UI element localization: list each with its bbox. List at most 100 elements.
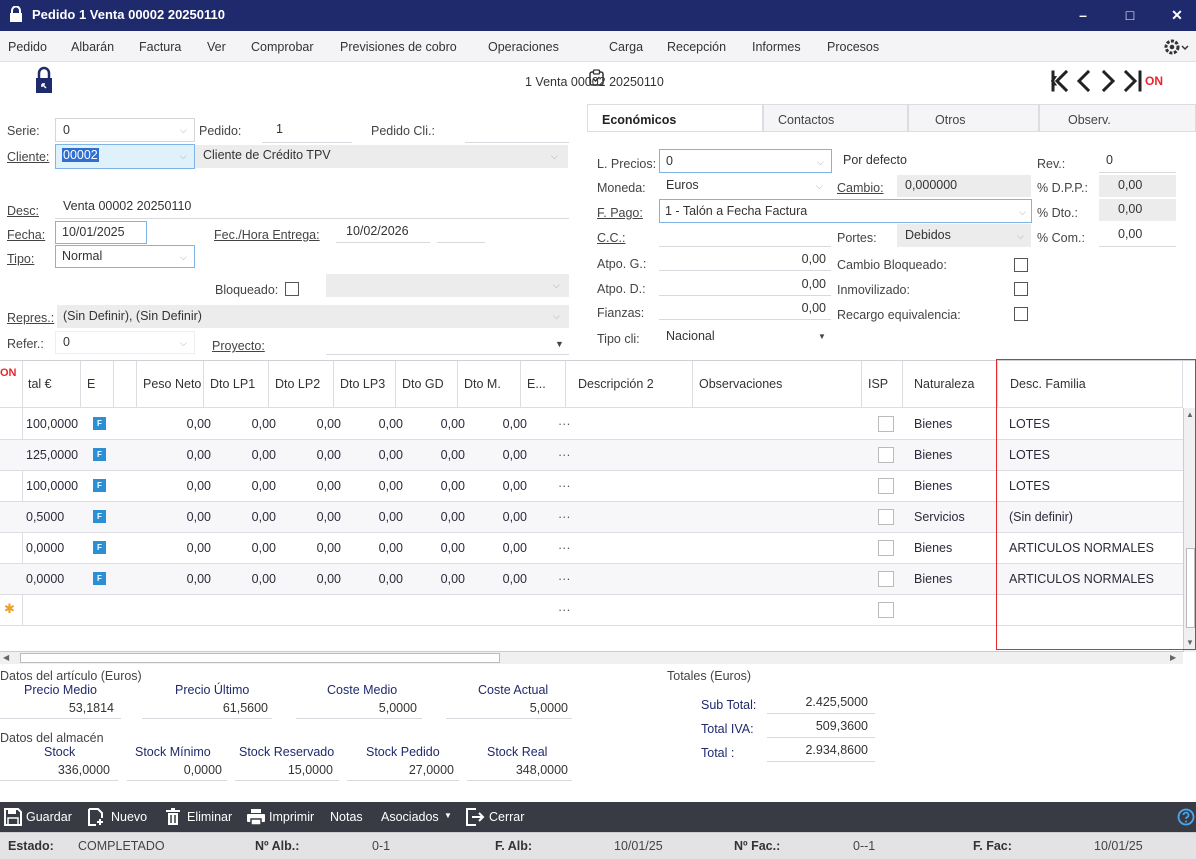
entrega-hour-field[interactable]	[437, 242, 485, 243]
fpago-label[interactable]: F. Pago:	[597, 206, 643, 220]
col-descripcion-2[interactable]: Descripción 2	[566, 361, 693, 408]
more-button[interactable]: ···	[558, 448, 571, 462]
minimize-button[interactable]: –	[1068, 4, 1098, 26]
atpog-field[interactable]	[659, 270, 831, 271]
col-dto-m[interactable]: Dto M.	[458, 361, 521, 408]
fpago-select[interactable]: 1 - Talón a Fecha Factura ⌵	[659, 199, 1032, 223]
isp-checkbox[interactable]	[878, 540, 894, 556]
pedido-cli-field[interactable]	[465, 142, 569, 143]
more-button[interactable]: ···	[558, 510, 571, 524]
settings-gear-icon[interactable]	[1163, 38, 1191, 56]
isp-checkbox[interactable]	[878, 571, 894, 587]
col-blank[interactable]	[114, 361, 137, 408]
cc-field[interactable]	[659, 246, 831, 247]
menu-procesos[interactable]: Procesos	[827, 40, 879, 54]
rev-field[interactable]	[1099, 172, 1176, 173]
more-button[interactable]: ···	[558, 541, 571, 555]
pedido-field[interactable]	[262, 142, 352, 143]
portes-select[interactable]: Debidos ⌵	[897, 224, 1031, 247]
desc-label[interactable]: Desc:	[7, 204, 39, 218]
fianzas-field[interactable]	[659, 319, 831, 320]
menu-ver[interactable]: Ver	[207, 40, 226, 54]
refer-select[interactable]: 0 ⌵	[55, 331, 195, 354]
lock-icon[interactable]	[34, 66, 54, 94]
bloqueado-motivo-select[interactable]: ⌵	[326, 274, 569, 297]
tab-observ[interactable]: Observ.	[1039, 104, 1196, 132]
col-peso-neto[interactable]: Peso Neto	[137, 361, 204, 408]
scroll-right-icon[interactable]: ▶	[1170, 653, 1176, 662]
com-field[interactable]	[1099, 246, 1176, 247]
menu-previsiones[interactable]: Previsiones de cobro	[340, 40, 457, 54]
tipo-select[interactable]: Normal ⌵	[55, 245, 195, 268]
precios-select[interactable]: 0 ⌵	[659, 149, 832, 173]
col-e[interactable]: E	[81, 361, 114, 408]
tipocli-select[interactable]: Nacional ▼	[659, 326, 832, 348]
serie-select[interactable]: 0 ⌵	[55, 118, 195, 142]
h-scroll-thumb[interactable]	[20, 653, 500, 663]
recargo-checkbox[interactable]	[1014, 307, 1028, 321]
col-total[interactable]: tal €	[22, 361, 81, 408]
menu-carga[interactable]: Carga	[609, 40, 643, 54]
tab-otros[interactable]: Otros	[908, 104, 1039, 132]
col-dto-gd[interactable]: Dto GD	[396, 361, 458, 408]
guardar-button[interactable]: Guardar	[26, 810, 72, 824]
cc-label[interactable]: C.C.:	[597, 231, 625, 245]
tab-economicos[interactable]: Económicos	[587, 104, 763, 132]
isp-checkbox[interactable]	[878, 509, 894, 525]
col-isp[interactable]: ISP	[862, 361, 903, 408]
cerrar-button[interactable]: Cerrar	[489, 810, 524, 824]
cambio-field[interactable]: 0,000000	[897, 175, 1031, 197]
more-button[interactable]: ···	[558, 479, 571, 493]
menu-comprobar[interactable]: Comprobar	[251, 40, 314, 54]
repres-label[interactable]: Repres.:	[7, 311, 54, 325]
fecha-label[interactable]: Fecha:	[7, 228, 45, 242]
cliente-label[interactable]: Cliente:	[7, 150, 49, 164]
menu-albaran[interactable]: Albarán	[71, 40, 114, 54]
help-icon[interactable]	[1177, 808, 1195, 826]
asociados-button[interactable]: Asociados	[381, 810, 439, 824]
col-e-more[interactable]: E...	[521, 361, 566, 408]
close-window-button[interactable]: ✕	[1162, 4, 1192, 26]
menu-pedido[interactable]: Pedido	[8, 40, 47, 54]
col-observaciones[interactable]: Observaciones	[693, 361, 862, 408]
horizontal-scrollbar[interactable]: ◀ ▶	[0, 651, 1183, 664]
atpod-field[interactable]	[659, 295, 831, 296]
moneda-select[interactable]: Euros ⌵	[659, 175, 832, 197]
fecha-field[interactable]: 10/01/2025	[55, 221, 147, 244]
maximize-button[interactable]: □	[1115, 4, 1145, 26]
more-button[interactable]: ···	[558, 417, 571, 431]
entrega-date-field[interactable]	[336, 242, 430, 243]
col-dto-lp1[interactable]: Dto LP1	[204, 361, 269, 408]
isp-checkbox[interactable]	[878, 447, 894, 463]
dto-field[interactable]: 0,00	[1099, 199, 1176, 221]
notas-button[interactable]: Notas	[330, 810, 363, 824]
scroll-left-icon[interactable]: ◀	[3, 653, 9, 662]
tipo-label[interactable]: Tipo:	[7, 252, 34, 266]
desc-field[interactable]	[55, 218, 569, 219]
isp-checkbox[interactable]	[878, 416, 894, 432]
isp-checkbox[interactable]	[878, 478, 894, 494]
proyecto-select[interactable]	[326, 354, 569, 355]
tab-contactos[interactable]: Contactos	[763, 104, 908, 132]
nuevo-button[interactable]: Nuevo	[111, 810, 147, 824]
col-dto-lp2[interactable]: Dto LP2	[269, 361, 334, 408]
menu-operaciones[interactable]: Operaciones	[488, 40, 559, 54]
cambio-bloqueado-checkbox[interactable]	[1014, 258, 1028, 272]
cambio-label[interactable]: Cambio:	[837, 181, 884, 195]
cliente-code-field[interactable]: 00002 ⌵	[55, 144, 195, 169]
entrega-label[interactable]: Fec./Hora Entrega:	[214, 228, 320, 242]
col-dto-lp3[interactable]: Dto LP3	[334, 361, 396, 408]
dpp-field[interactable]: 0,00	[1099, 175, 1176, 197]
bloqueado-checkbox[interactable]	[285, 282, 299, 296]
inmovilizado-checkbox[interactable]	[1014, 282, 1028, 296]
menu-factura[interactable]: Factura	[139, 40, 181, 54]
imprimir-button[interactable]: Imprimir	[269, 810, 314, 824]
proyecto-label[interactable]: Proyecto:	[212, 339, 265, 353]
eliminar-button[interactable]: Eliminar	[187, 810, 232, 824]
menu-recepcion[interactable]: Recepción	[667, 40, 726, 54]
repres-select[interactable]: (Sin Definir), (Sin Definir) ⌵	[57, 305, 569, 328]
cliente-name-select[interactable]: Cliente de Crédito TPV ⌵	[195, 145, 568, 168]
col-naturaleza[interactable]: Naturaleza	[903, 361, 998, 408]
more-button[interactable]: ···	[558, 572, 571, 586]
isp-checkbox[interactable]	[878, 602, 894, 618]
